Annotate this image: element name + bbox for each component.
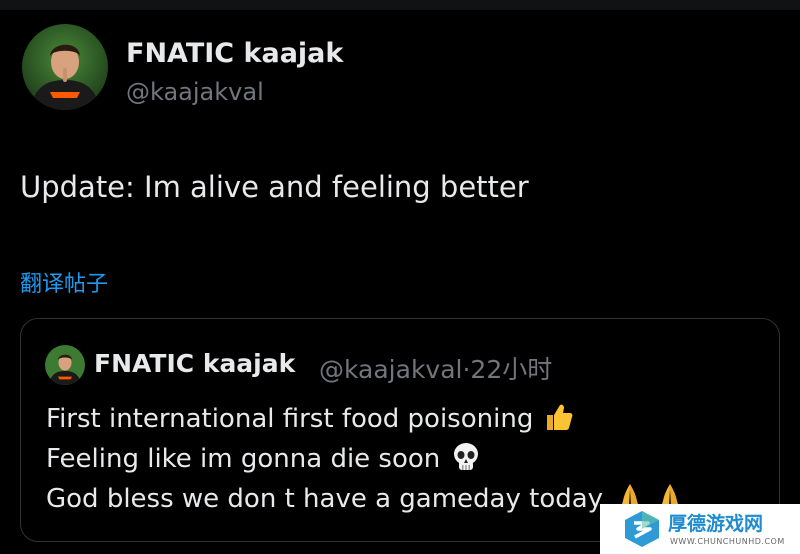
quoted-line-1: First international first food poisoning bbox=[46, 401, 575, 440]
quoted-line-2: Feeling like im gonna die soon bbox=[46, 441, 482, 480]
quoted-author-meta[interactable]: @kaajakval·22小时 bbox=[319, 350, 552, 386]
quoted-author-avatar[interactable] bbox=[45, 345, 85, 385]
watermark-name: 厚德游戏网 bbox=[668, 513, 764, 535]
top-strip bbox=[0, 0, 800, 10]
author-avatar[interactable] bbox=[22, 24, 108, 110]
quoted-line-3: God bless we don t have a gameday today bbox=[46, 481, 687, 520]
thumbs-up-icon bbox=[543, 401, 575, 440]
author-handle[interactable]: @kaajakval bbox=[126, 78, 264, 106]
tweet-text: Update: Im alive and feeling better bbox=[20, 170, 529, 204]
quoted-line-1-text: First international first food poisoning bbox=[46, 404, 534, 434]
skull-icon bbox=[450, 441, 482, 480]
author-display-name[interactable]: FNATIC kaajak bbox=[126, 38, 343, 69]
watermark: 厚德游戏网 WWW.CHUNCHUNHD.COM bbox=[600, 504, 800, 554]
quoted-line-3-text: God bless we don t have a gameday today bbox=[46, 484, 604, 514]
translate-post-link[interactable]: 翻译帖子 bbox=[20, 266, 108, 298]
watermark-logo-icon bbox=[625, 511, 659, 547]
watermark-url: WWW.CHUNCHUNHD.COM bbox=[670, 537, 785, 546]
quoted-author-display-name[interactable]: FNATIC kaajak bbox=[94, 349, 295, 378]
quoted-line-2-text: Feeling like im gonna die soon bbox=[46, 444, 441, 474]
